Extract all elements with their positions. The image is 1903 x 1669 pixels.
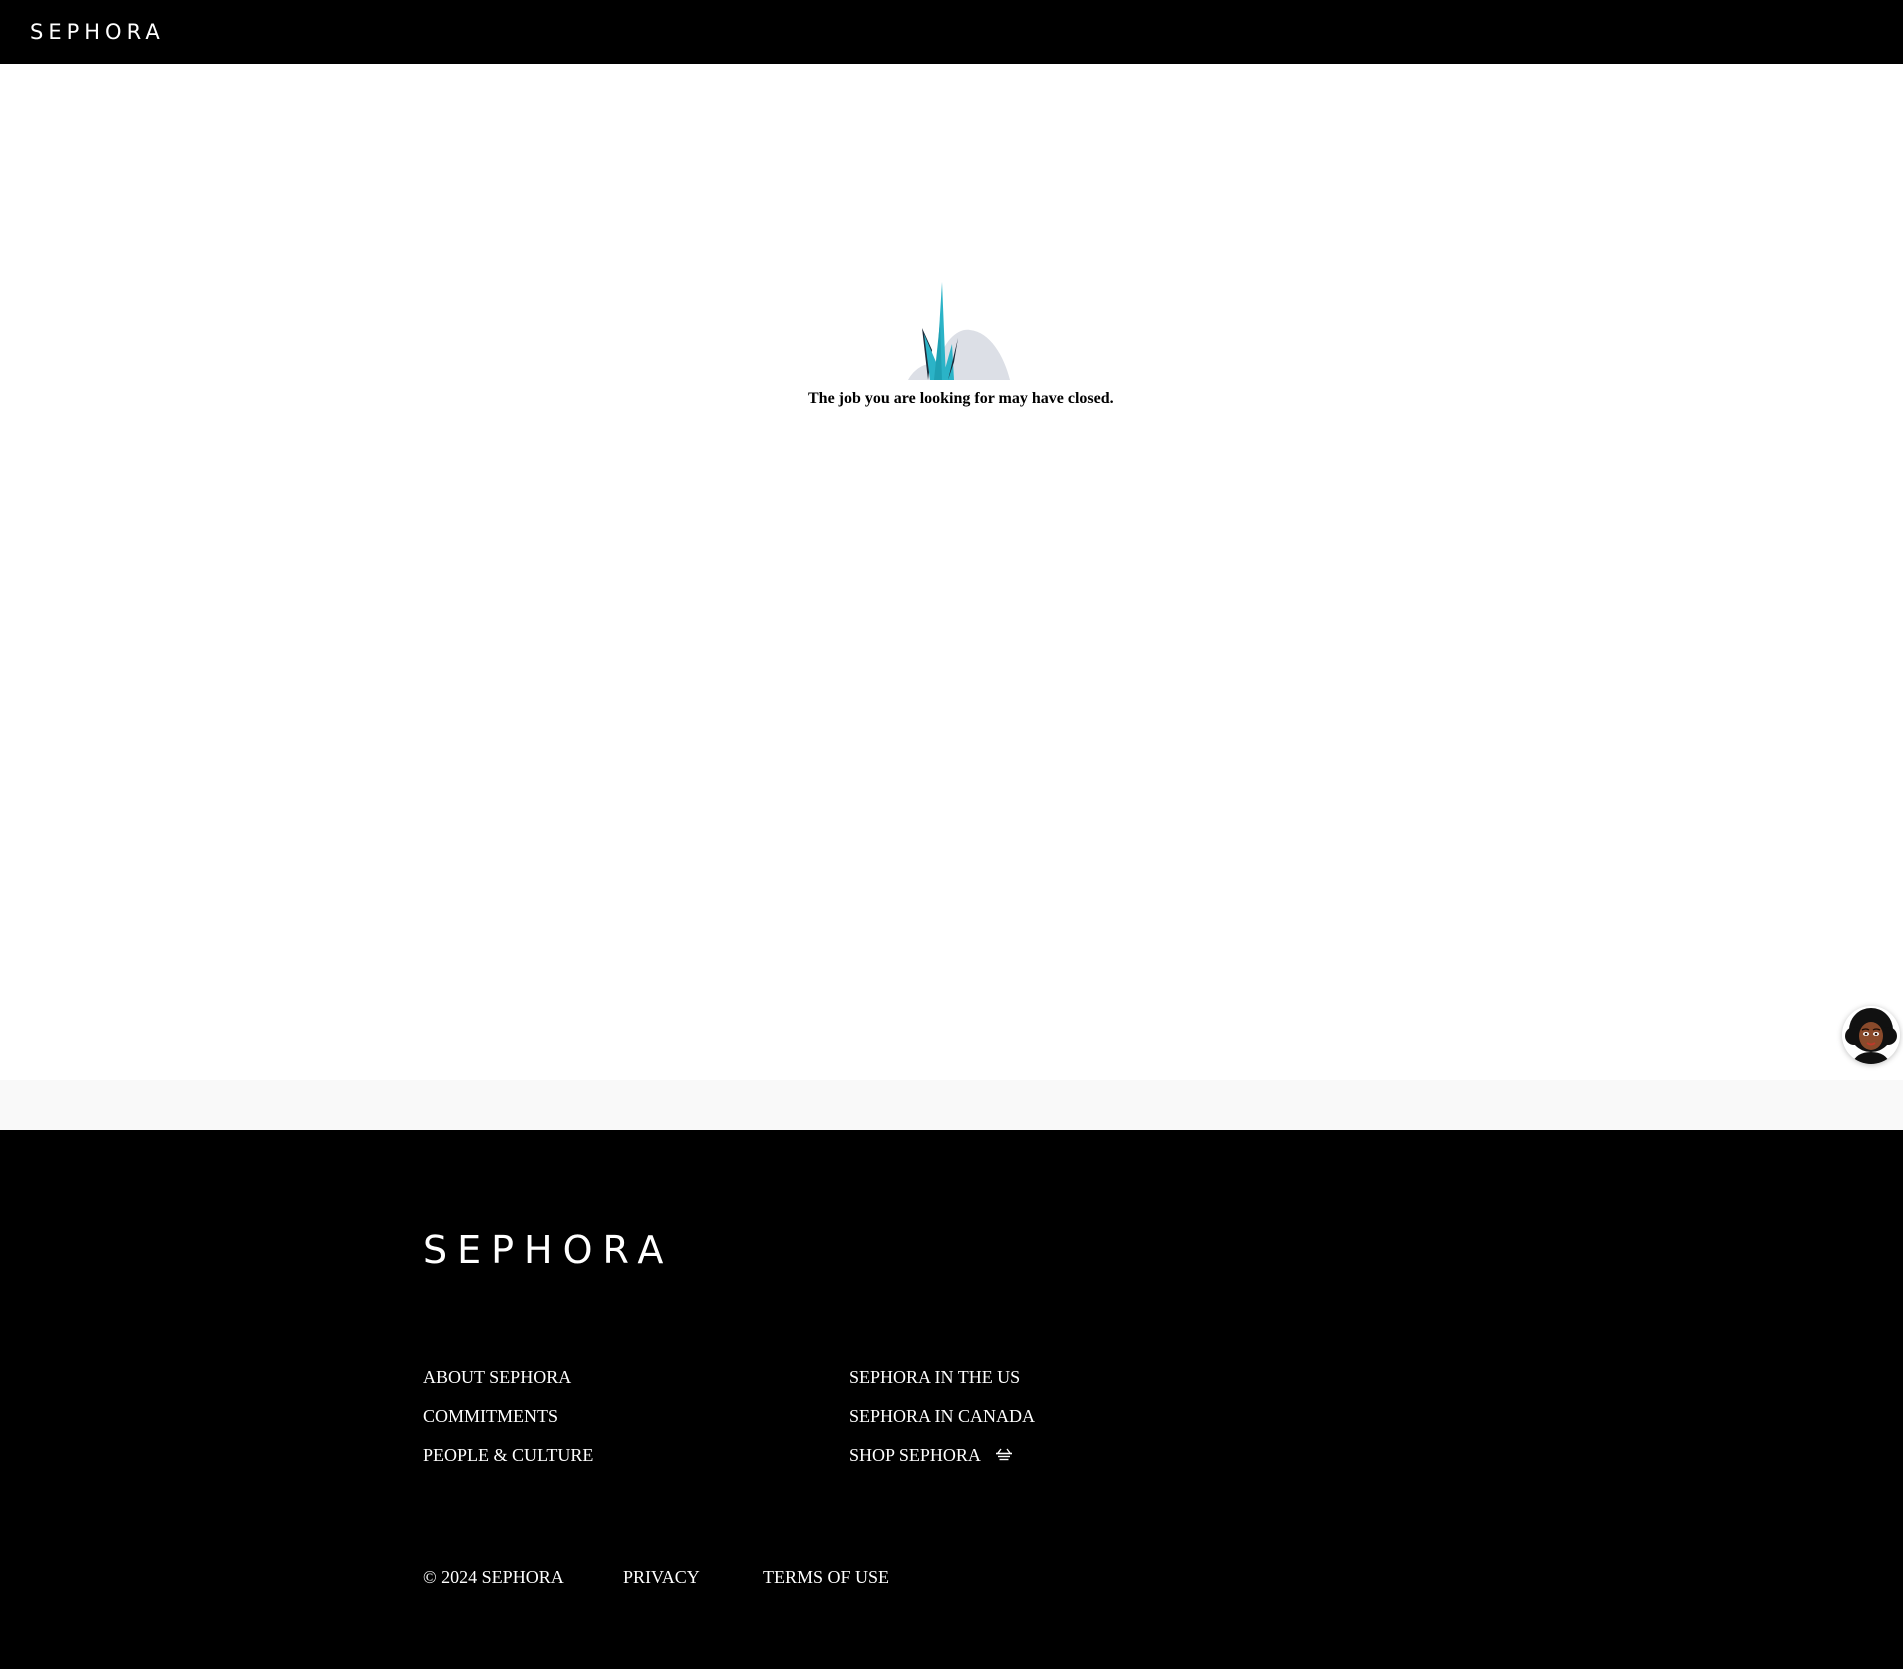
footer-link-item: SEPHORA IN THE US (849, 1366, 1035, 1405)
commitments-link[interactable]: COMMITMENTS (423, 1406, 558, 1426)
basket-icon (995, 1448, 1012, 1461)
grass-on-hill-illustration (908, 282, 1010, 380)
privacy-link[interactable]: PRIVACY (623, 1566, 700, 1588)
about-sephora-link[interactable]: ABOUT SEPHORA (423, 1367, 571, 1387)
copyright-text: © 2024 SEPHORA (423, 1567, 564, 1587)
footer-logo[interactable]: SEPHORA (423, 1228, 673, 1272)
chat-assistant-avatar[interactable] (1842, 1006, 1900, 1064)
footer-link-item: SHOP SEPHORA (849, 1444, 1035, 1483)
footer-link-item: SEPHORA IN CANADA (849, 1405, 1035, 1444)
terms-of-use-link[interactable]: TERMS OF USE (763, 1566, 889, 1588)
footer-link-item: ABOUT SEPHORA (423, 1366, 593, 1405)
job-closed-message: The job you are looking for may have clo… (808, 390, 1114, 407)
people-culture-link[interactable]: PEOPLE & CULTURE (423, 1445, 593, 1465)
sephora-us-link[interactable]: SEPHORA IN THE US (849, 1367, 1020, 1387)
shop-sephora-link[interactable]: SHOP SEPHORA (849, 1445, 1013, 1465)
header-logo[interactable]: SEPHORA (30, 18, 165, 46)
footer-links-left: ABOUT SEPHORA COMMITMENTS PEOPLE & CULTU… (423, 1366, 593, 1483)
sephora-canada-link[interactable]: SEPHORA IN CANADA (849, 1406, 1035, 1426)
site-header: SEPHORA (0, 0, 1903, 64)
footer-link-item: PEOPLE & CULTURE (423, 1444, 593, 1483)
chat-assistant-icon (1842, 1006, 1900, 1064)
site-footer: SEPHORA ABOUT SEPHORA COMMITMENTS PEOPLE… (0, 1130, 1903, 1669)
footer-links-right: SEPHORA IN THE US SEPHORA IN CANADA SHOP… (849, 1366, 1035, 1483)
main-content: The job you are looking for may have clo… (0, 64, 1903, 1080)
footer-divider-band (0, 1080, 1903, 1130)
footer-link-item: COMMITMENTS (423, 1405, 593, 1444)
shop-sephora-label: SHOP SEPHORA (849, 1445, 981, 1465)
